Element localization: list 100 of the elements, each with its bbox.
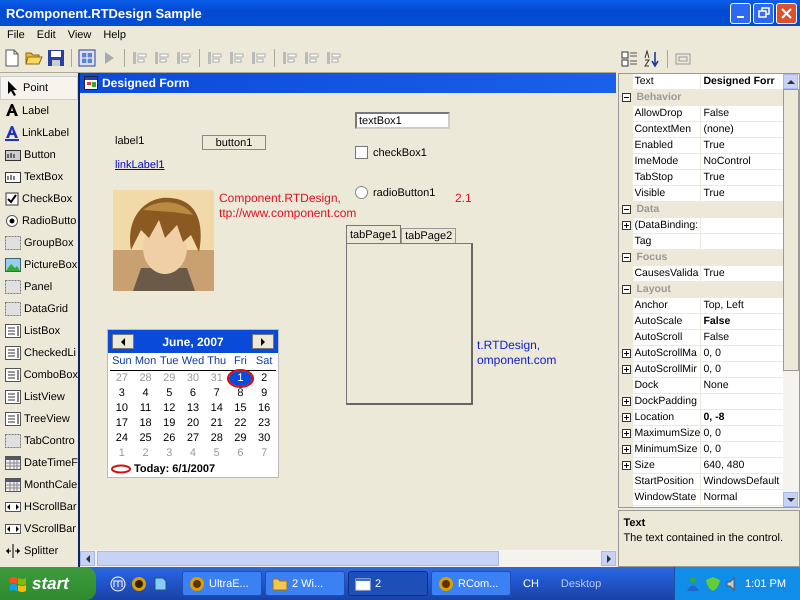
- toolbox-item[interactable]: MonthCale: [0, 474, 78, 496]
- collapse-toggle-icon[interactable]: [622, 205, 631, 214]
- calendar-day[interactable]: 30: [252, 431, 276, 446]
- toolbox-item[interactable]: LinkLabel: [0, 122, 78, 144]
- tab[interactable]: tabPage2: [401, 228, 456, 243]
- expand-toggle-icon[interactable]: [622, 413, 631, 422]
- calendar-day[interactable]: 7: [204, 386, 229, 401]
- calendar-day[interactable]: 9: [252, 386, 276, 401]
- calendar-day[interactable]: 25: [134, 431, 158, 446]
- scroll-up-button[interactable]: [783, 74, 798, 89]
- toolbox-item[interactable]: TextBox: [0, 166, 78, 188]
- new-file-icon[interactable]: [3, 49, 21, 67]
- taskbar-button[interactable]: 2: [348, 571, 428, 596]
- expand-toggle-icon[interactable]: [622, 397, 631, 406]
- toolbox-item[interactable]: ComboBox: [0, 364, 78, 386]
- calendar-day[interactable]: 15: [228, 401, 252, 416]
- property-value[interactable]: WindowsDefault: [701, 474, 783, 489]
- calendar-day[interactable]: 11: [134, 401, 158, 416]
- property-value[interactable]: 0, 0: [701, 362, 783, 377]
- note-icon[interactable]: [152, 576, 168, 592]
- calendar-day[interactable]: 17: [110, 416, 134, 431]
- categorized-icon[interactable]: [621, 50, 640, 68]
- toolbox-item[interactable]: GroupBox: [0, 232, 78, 254]
- language-indicator[interactable]: CH: [517, 578, 545, 590]
- toolbox-item[interactable]: Label: [0, 100, 78, 122]
- sort-alphabetical-icon[interactable]: [643, 50, 662, 68]
- calendar-day[interactable]: 1: [228, 371, 252, 386]
- calendar-day[interactable]: 29: [228, 431, 252, 446]
- expand-toggle-icon[interactable]: [622, 221, 631, 230]
- property-value[interactable]: False: [701, 314, 783, 329]
- taskbar-button[interactable]: RCom...: [431, 571, 511, 596]
- maximize-button[interactable]: [753, 2, 774, 24]
- toolbox-item[interactable]: HScrollBar: [0, 496, 78, 518]
- property-value[interactable]: True: [701, 186, 783, 201]
- toolbox-item[interactable]: ListView: [0, 386, 78, 408]
- calendar-day[interactable]: 5: [157, 386, 182, 401]
- menu-item[interactable]: File: [1, 29, 31, 41]
- radio-button[interactable]: radioButton1: [355, 186, 436, 199]
- scroll-thumb[interactable]: [783, 89, 799, 371]
- calendar-day[interactable]: 13: [181, 401, 205, 416]
- property-value[interactable]: False: [701, 106, 783, 121]
- property-value[interactable]: True: [701, 138, 783, 153]
- horizontal-scrollbar[interactable]: [80, 550, 616, 567]
- tab[interactable]: tabPage1: [346, 225, 402, 243]
- scroll-left-button[interactable]: [80, 551, 95, 566]
- menu-item[interactable]: Help: [97, 29, 132, 41]
- calendar-day[interactable]: 24: [110, 431, 134, 446]
- browser-icon[interactable]: [110, 576, 126, 592]
- button-control[interactable]: button1: [202, 135, 266, 150]
- toolbox-item[interactable]: CheckedLi: [0, 342, 78, 364]
- property-value[interactable]: NoControl: [701, 154, 783, 169]
- property-value[interactable]: 0, 0: [701, 442, 783, 457]
- toolbox-item[interactable]: Point: [0, 76, 78, 100]
- toolbox-item[interactable]: PictureBox: [0, 254, 78, 276]
- calendar-day[interactable]: 16: [252, 401, 276, 416]
- toolbox-item[interactable]: DateTimeF: [0, 452, 78, 474]
- calendar-day[interactable]: 6: [181, 386, 205, 401]
- property-value[interactable]: False: [701, 330, 783, 345]
- toolbox-item[interactable]: RadioButto: [0, 210, 78, 232]
- property-value[interactable]: 640, 480: [701, 458, 783, 473]
- expand-toggle-icon[interactable]: [622, 461, 631, 470]
- taskbar-button[interactable]: 2 Wi...: [265, 571, 345, 596]
- app-icon[interactable]: [131, 576, 147, 592]
- expand-toggle-icon[interactable]: [622, 349, 631, 358]
- collapse-toggle-icon[interactable]: [622, 285, 631, 294]
- calendar-day[interactable]: 10: [110, 401, 134, 416]
- calendar-day[interactable]: 14: [204, 401, 229, 416]
- vertical-scrollbar[interactable]: [783, 74, 799, 507]
- toolbox-item[interactable]: DataGrid: [0, 298, 78, 320]
- previous-month-button[interactable]: [112, 334, 134, 349]
- collapse-toggle-icon[interactable]: [622, 253, 631, 262]
- toolbox-item[interactable]: ListBox: [0, 320, 78, 342]
- toolbox-item[interactable]: TreeView: [0, 408, 78, 430]
- expand-toggle-icon[interactable]: [622, 429, 631, 438]
- property-value[interactable]: 0, 0: [701, 426, 783, 441]
- calendar-day[interactable]: 8: [228, 386, 252, 401]
- property-value[interactable]: Designed Forr: [701, 74, 783, 89]
- property-value[interactable]: Top, Left: [701, 298, 783, 313]
- scroll-thumb[interactable]: [97, 551, 499, 566]
- calendar-day[interactable]: 3: [110, 386, 134, 401]
- collapse-toggle-icon[interactable]: [622, 93, 631, 102]
- toolbox-item[interactable]: Button: [0, 144, 78, 166]
- calendar-day[interactable]: 27: [181, 431, 205, 446]
- taskbar-button[interactable]: UltraE...: [182, 571, 262, 596]
- toolbox-item[interactable]: CheckBox: [0, 188, 78, 210]
- checkbox[interactable]: checkBox1: [355, 146, 427, 159]
- calendar-day[interactable]: 28: [204, 431, 229, 446]
- grid-icon[interactable]: [78, 49, 96, 67]
- calendar-day[interactable]: 4: [134, 386, 158, 401]
- calendar-day[interactable]: 2: [252, 371, 276, 386]
- calendar-day[interactable]: 21: [204, 416, 229, 431]
- property-value[interactable]: True: [701, 170, 783, 185]
- calendar-day[interactable]: 18: [134, 416, 158, 431]
- toolbox-item[interactable]: VScrollBar: [0, 518, 78, 540]
- toolbox-item[interactable]: Panel: [0, 276, 78, 298]
- calendar-day[interactable]: 19: [157, 416, 182, 431]
- start-button[interactable]: start: [0, 567, 96, 600]
- toolbox-item[interactable]: Splitter: [0, 540, 78, 562]
- property-value[interactable]: Normal: [701, 490, 783, 505]
- calendar-day[interactable]: 22: [228, 416, 252, 431]
